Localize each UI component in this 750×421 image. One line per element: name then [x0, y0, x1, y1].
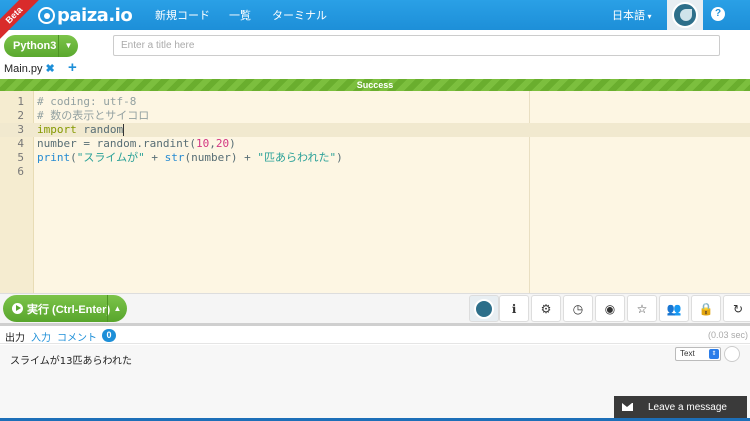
code-token: "匹あらわれた": [257, 151, 337, 164]
output-format-select[interactable]: Text ⇕: [675, 347, 721, 361]
line-number: 3: [17, 123, 24, 136]
language-dropdown-button[interactable]: Python3 ▼: [4, 35, 78, 57]
run-label: 実行 (Ctrl-Enter): [27, 303, 111, 316]
language-label: Python3: [13, 40, 57, 52]
chevron-down-icon[interactable]: ▲: [107, 295, 127, 322]
code-token: number = random.randint(: [37, 137, 196, 150]
tab-input[interactable]: 入力: [31, 329, 51, 344]
line-number: 6: [17, 165, 24, 178]
leave-message-button[interactable]: Leave a message: [614, 396, 747, 418]
code-token: print: [37, 151, 71, 164]
nav-terminal[interactable]: ターミナル: [272, 7, 327, 23]
gear-icon[interactable]: ⚙: [531, 295, 561, 322]
info-icon[interactable]: ℹ: [499, 295, 529, 322]
code-line[interactable]: 6: [0, 165, 750, 179]
code-line[interactable]: 4 number = random.randint(10,20): [0, 137, 750, 151]
share-icon[interactable]: ↻: [723, 295, 750, 322]
language-selector[interactable]: 日本語: [612, 7, 652, 23]
code-text[interactable]: import random: [37, 123, 125, 137]
code-text[interactable]: number = random.randint(10,20): [37, 137, 236, 151]
user-avatar[interactable]: [667, 0, 703, 30]
code-text[interactable]: print("スライムが" + str(number) + "匹あらわれた"): [37, 151, 343, 165]
star-icon[interactable]: ☆: [627, 295, 657, 322]
code-token: str: [164, 151, 185, 164]
paiza-brand-icon[interactable]: [469, 295, 499, 322]
run-toolbar: 実行 (Ctrl-Enter) ▲ ℹ ⚙ ◷ ◉ ☆ 👥 🔒 ↻: [0, 293, 750, 323]
line-number: 5: [17, 151, 24, 164]
code-token: # 数の表示とサイコロ: [37, 109, 150, 122]
clock-icon[interactable]: ◷: [563, 295, 593, 322]
brand-avatar-icon: [474, 298, 494, 319]
top-navbar: Beta paiza.io 新規コード 一覧 ターミナル 日本語 ?: [0, 0, 750, 40]
paiza-logo[interactable]: paiza.io: [38, 4, 133, 26]
code-text[interactable]: # 数の表示とサイコロ: [37, 109, 149, 123]
elapsed-time: (0.03 sec): [708, 330, 749, 340]
code-token: ): [229, 137, 236, 150]
nav-list[interactable]: 一覧: [229, 7, 251, 23]
code-token: random: [76, 123, 124, 136]
lock-icon[interactable]: 🔒: [691, 295, 721, 322]
output-toggle[interactable]: [724, 346, 740, 362]
nav-new-code[interactable]: 新規コード: [155, 7, 210, 23]
logo-mark-icon: [38, 6, 55, 24]
tab-main-py[interactable]: Main.py ✖: [4, 62, 55, 76]
code-token: ,: [209, 137, 216, 150]
code-token: +: [144, 151, 165, 164]
text-cursor: [123, 124, 125, 136]
code-line[interactable]: 2 # 数の表示とサイコロ: [0, 109, 750, 123]
run-button[interactable]: 実行 (Ctrl-Enter) ▲: [3, 295, 127, 322]
code-editor[interactable]: 1 # coding: utf-8 2 # 数の表示とサイコロ 3 import rand…: [0, 91, 750, 293]
code-token: import: [37, 123, 77, 136]
code-token: 10: [195, 137, 210, 150]
code-token: (: [70, 151, 77, 164]
output-tabs: 出力 入力 コメント 0 (0.03 sec): [0, 326, 750, 344]
close-icon[interactable]: ✖: [46, 62, 55, 75]
title-input[interactable]: [113, 35, 720, 56]
add-file-icon[interactable]: +: [68, 59, 77, 76]
code-line[interactable]: 1 # coding: utf-8: [0, 95, 750, 109]
play-icon: [12, 303, 23, 314]
select-arrows-icon: ⇕: [709, 349, 719, 359]
envelope-icon: [622, 403, 633, 411]
leave-message-label: Leave a message: [648, 401, 727, 413]
line-number: 4: [17, 137, 24, 150]
beta-ribbon: Beta: [0, 0, 39, 40]
output-format-value: Text: [680, 349, 695, 358]
status-success-bar: Success: [0, 79, 750, 91]
users-icon[interactable]: 👥: [659, 295, 689, 322]
line-number: 1: [17, 95, 24, 108]
tab-output[interactable]: 出力: [5, 329, 25, 344]
code-text[interactable]: # coding: utf-8: [37, 95, 136, 109]
line-number: 2: [17, 109, 24, 122]
code-token: (number) +: [184, 151, 258, 164]
avatar-image-icon: [672, 2, 698, 28]
code-line[interactable]: 5 print("スライムが" + str(number) + "匹あらわれた"): [0, 151, 750, 165]
logo-text: paiza.io: [57, 4, 133, 26]
help-icon[interactable]: ?: [711, 7, 725, 21]
tab-comment[interactable]: コメント: [57, 329, 97, 344]
code-token: "スライムが": [76, 151, 145, 164]
output-text: スライムが13匹あらわれた: [10, 356, 133, 367]
code-token: 20: [215, 137, 230, 150]
github-icon[interactable]: ◉: [595, 295, 625, 322]
comment-count-badge: 0: [102, 329, 116, 342]
chevron-down-icon[interactable]: ▼: [58, 35, 78, 57]
code-token: ): [336, 151, 343, 164]
tab-label: Main.py: [4, 62, 43, 75]
code-token: # coding: utf-8: [37, 95, 137, 108]
code-line[interactable]: 3 import random: [0, 123, 750, 137]
